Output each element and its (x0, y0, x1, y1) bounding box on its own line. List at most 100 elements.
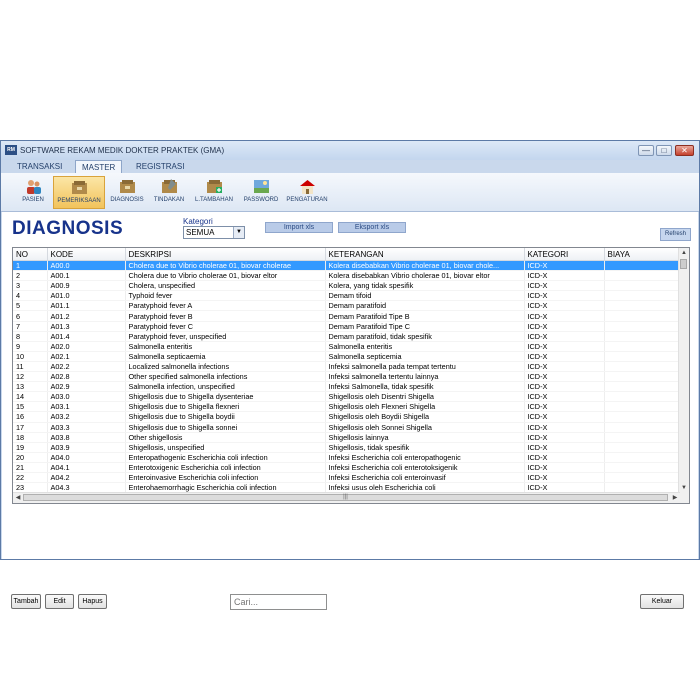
cell-deskripsi: Salmonella infection, unspecified (125, 381, 326, 393)
cell-deskripsi: Salmonella septicaemia (125, 351, 326, 362)
ribbon-diagnosis-button[interactable]: DIAGNOSIS (108, 176, 146, 209)
cell-deskripsi: Enteroinvasive Escherichia coli infectio… (125, 472, 326, 484)
cell-no: 4 (13, 290, 48, 302)
cell-no: 2 (13, 270, 48, 282)
table-row[interactable]: 21 A04.1 Enterotoxigenic Escherichia coli … (13, 462, 681, 473)
table-row[interactable]: 17 A03.3 Shigellosis due to Shigella sonne… (13, 422, 681, 433)
table-row[interactable]: 16 A03.2 Shigellosis due to Shigella boydi… (13, 411, 681, 423)
ribbon-l-tambahan-button[interactable]: L.TAMBAHAN (191, 176, 237, 209)
table-row[interactable]: 6 A01.2 Paratyphoid fever B Demam Paratifoi… (13, 310, 681, 322)
scroll-left-icon[interactable]: ◀ (13, 493, 23, 503)
column-header-keterangan[interactable]: KETERANGAN (325, 248, 525, 261)
kategori-select[interactable]: SEMUA ▼ (183, 226, 245, 239)
table-row[interactable]: 13 A02.9 Salmonella infection, unspecified… (13, 381, 681, 393)
scroll-thumb-horizontal[interactable]: ||| (23, 494, 668, 501)
cell-kode: A03.9 (47, 442, 126, 453)
table-row[interactable]: 3 A00.9 Cholera, unspecified Kolera, yang t… (13, 280, 681, 292)
tab-registrasi[interactable]: REGISTRASI (130, 160, 190, 173)
table-row[interactable]: 18 A03.8 Other shigellosis Shigellosis lain… (13, 432, 681, 443)
cell-biaya (604, 442, 681, 453)
cell-biaya (604, 300, 681, 312)
cell-keterangan: Infeksi salmonella pada tempat tertentu (325, 361, 525, 373)
table-row[interactable]: 19 A03.9 Shigellosis, unspecified Shigellos… (13, 442, 681, 453)
cell-biaya (604, 361, 681, 373)
cell-kode: A03.3 (47, 422, 126, 433)
treatment-icon (161, 179, 177, 193)
edit-button[interactable]: Edit (45, 594, 74, 609)
minimize-button[interactable]: — (638, 145, 654, 156)
cell-deskripsi: Shigellosis due to Shigella flexneri (125, 401, 326, 413)
cell-biaya (604, 310, 681, 322)
ribbon-pengaturan-button[interactable]: PENGATURAN (285, 176, 329, 209)
close-button[interactable]: ✕ (675, 145, 694, 156)
cell-keterangan: Infeksi Escherichia coli enteroinvasif (325, 472, 525, 484)
import-xls-button[interactable]: Import xls (265, 222, 333, 233)
settings-house-icon (299, 180, 315, 194)
cell-keterangan: Demam paratifoid (325, 300, 525, 312)
kategori-value: SEMUA (186, 228, 215, 237)
table-row[interactable]: 11 A02.2 Localized salmonella infections In… (13, 361, 681, 373)
table-row[interactable]: 7 A01.3 Paratyphoid fever C Demam Paratifoi… (13, 321, 681, 332)
ribbon-toolbar: PASIEN PEMERIKSAAN DIAGNOSIS TINDAKAN L.… (1, 173, 699, 212)
cell-kategori: ICD-X (524, 422, 605, 433)
tab-master[interactable]: MASTER (75, 160, 123, 173)
search-input[interactable] (230, 594, 327, 610)
diagnosis-table[interactable]: NO KODE DESKRIPSI KETERANGAN KATEGORI BI… (12, 247, 690, 504)
column-header-deskripsi[interactable]: DESKRIPSI (125, 248, 326, 261)
horizontal-scrollbar[interactable]: ◀ ||| ▶ (13, 492, 680, 503)
cell-no: 6 (13, 310, 48, 322)
table-row[interactable]: 4 A01.0 Typhoid fever Demam tifoid ICD-X (13, 290, 681, 302)
scroll-up-icon[interactable]: ▲ (679, 248, 689, 258)
cell-kategori: ICD-X (524, 361, 605, 373)
table-header-row: NO KODE DESKRIPSI KETERANGAN KATEGORI BI… (13, 248, 681, 261)
ribbon-password-button[interactable]: PASSWORD (241, 176, 281, 209)
table-row[interactable]: 22 A04.2 Enteroinvasive Escherichia coli i… (13, 472, 681, 484)
tambah-button[interactable]: Tambah (11, 594, 41, 609)
table-row[interactable]: 12 A02.8 Other specified salmonella infect… (13, 371, 681, 383)
export-xls-button[interactable]: Eksport xls (338, 222, 406, 233)
tab-transaksi[interactable]: TRANSAKSI (11, 160, 68, 173)
maximize-button[interactable]: □ (656, 145, 672, 156)
cell-no: 19 (13, 442, 48, 453)
cell-biaya (604, 462, 681, 473)
table-row[interactable]: 20 A04.0 Enteropathogenic Escherichia coli… (13, 452, 681, 463)
cell-deskripsi: Enteropathogenic Escherichia coli infect… (125, 452, 326, 463)
column-header-kategori[interactable]: KATEGORI (524, 248, 605, 261)
cell-keterangan: Kolera disebabkan Vibrio cholerae 01, bi… (325, 270, 525, 282)
cell-kategori: ICD-X (524, 321, 605, 332)
vertical-scrollbar[interactable]: ▲ ▼ (678, 248, 689, 493)
table-row[interactable]: 8 A01.4 Paratyphoid fever, unspecified Dema… (13, 331, 681, 342)
table-row[interactable]: 15 A03.1 Shigellosis due to Shigella flexn… (13, 401, 681, 413)
cell-kode: A04.0 (47, 452, 126, 463)
table-row[interactable]: 10 A02.1 Salmonella septicaemia Salmonella … (13, 351, 681, 362)
cell-kategori: ICD-X (524, 381, 605, 393)
refresh-button[interactable]: Refresh (660, 228, 691, 241)
ribbon-pemeriksaan-button[interactable]: PEMERIKSAAN (53, 176, 105, 209)
scroll-down-icon[interactable]: ▼ (679, 483, 689, 493)
table-row[interactable]: 14 A03.0 Shigellosis due to Shigella dysen… (13, 391, 681, 403)
chevron-down-icon[interactable]: ▼ (233, 227, 244, 238)
cell-no: 16 (13, 411, 48, 423)
keluar-button[interactable]: Keluar (640, 594, 684, 609)
table-row[interactable]: 1 A00.0 Cholera due to Vibrio cholerae 01,… (13, 260, 681, 272)
cell-kategori: ICD-X (524, 310, 605, 322)
content-panel: DIAGNOSIS Kategori SEMUA ▼ Import xls Ek… (2, 212, 698, 559)
cell-deskripsi: Shigellosis due to Shigella dysenteriae (125, 391, 326, 403)
cell-biaya (604, 290, 681, 302)
cell-no: 18 (13, 432, 48, 443)
cell-kode: A02.2 (47, 361, 126, 373)
table-row[interactable]: 5 A01.1 Paratyphoid fever A Demam paratifoi… (13, 300, 681, 312)
column-header-biaya[interactable]: BIAYA (604, 248, 681, 261)
title-bar[interactable]: RM SOFTWARE REKAM MEDIK DOKTER PRAKTEK (… (1, 141, 699, 160)
column-header-kode[interactable]: KODE (47, 248, 126, 261)
ribbon-tindakan-button[interactable]: TINDAKAN (150, 176, 188, 209)
ribbon-pasien-button[interactable]: PASIEN (17, 176, 49, 209)
ribbon-label: PASIEN (22, 197, 44, 203)
table-row[interactable]: 9 A02.0 Salmonella enteritis Salmonella ent… (13, 341, 681, 352)
table-row[interactable]: 2 A00.1 Cholera due to Vibrio cholerae 01,… (13, 270, 681, 282)
scroll-thumb[interactable] (680, 259, 687, 269)
hapus-button[interactable]: Hapus (78, 594, 107, 609)
cell-no: 21 (13, 462, 48, 473)
cell-deskripsi: Cholera due to Vibrio cholerae 01, biova… (125, 260, 326, 272)
column-header-no[interactable]: NO (13, 248, 48, 261)
